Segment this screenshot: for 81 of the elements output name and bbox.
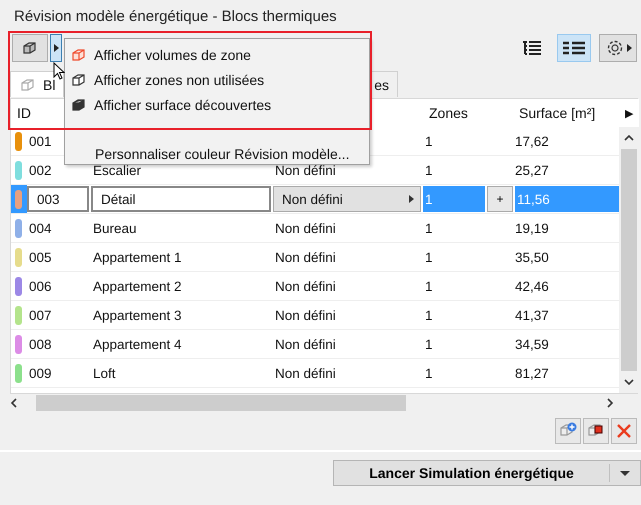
run-simulation-button[interactable]: Lancer Simulation énergétique xyxy=(333,460,641,486)
zones-cell-text: 1 xyxy=(424,308,434,322)
table-row[interactable]: 009 Loft Non défini 1 81,27 xyxy=(11,359,619,388)
zones-cell-text: 1 xyxy=(424,220,434,236)
category-cell-text: Non défini xyxy=(274,220,337,236)
category-cell-text: Non défini xyxy=(274,366,337,380)
name-cell-text: Loft xyxy=(92,366,117,380)
id-cell-text: 004 xyxy=(28,220,53,236)
tab[interactable]: es xyxy=(370,71,398,97)
add-block-button[interactable] xyxy=(555,418,581,444)
table-row[interactable]: 003 Détail Non défini 1 + 11,56 xyxy=(11,185,619,214)
dropdown-icon xyxy=(620,470,630,476)
close-icon xyxy=(616,423,632,439)
id-cell: 003 xyxy=(27,186,89,212)
name-cell: Détail xyxy=(91,186,271,212)
surface-cell-text: 25,27 xyxy=(514,162,550,178)
id-cell-text: 008 xyxy=(28,336,53,352)
menu-item[interactable]: Afficher zones non utilisées xyxy=(65,67,369,92)
caret-icon xyxy=(54,44,58,52)
zones-cell-text: 1 xyxy=(424,134,434,148)
category-cell-text: Non défini xyxy=(274,278,337,294)
id-cell-text: 009 xyxy=(28,366,53,380)
table-row[interactable]: 007 Appartement 3 Non défini 1 41,37 xyxy=(11,301,619,330)
block-color-button[interactable] xyxy=(583,418,609,444)
scrollbar-thumb[interactable] xyxy=(621,149,637,371)
scroll-down-icon[interactable] xyxy=(624,379,634,385)
id-cell-text: 006 xyxy=(28,278,53,294)
menu-item[interactable]: Afficher volumes de zone xyxy=(65,42,369,67)
zones-cell: 1 xyxy=(423,186,485,212)
category-cell-text: Non défini xyxy=(274,308,337,322)
surface-cell-text: 81,27 xyxy=(514,366,550,380)
caret-icon xyxy=(409,195,414,203)
caret-icon xyxy=(626,44,632,52)
id-cell-text: 007 xyxy=(28,308,53,322)
window-title: Révision modèle énergétique - Blocs thermiques xyxy=(13,7,338,27)
list-view-button[interactable] xyxy=(557,34,591,62)
column-header: Surface [m²] xyxy=(518,105,596,121)
scrollbar-thumb[interactable] xyxy=(36,395,406,411)
id-cell-text: 005 xyxy=(28,250,53,264)
table-row[interactable]: 005 Appartement 1 Non défini 1 35,50 xyxy=(11,243,619,272)
scroll-up-icon[interactable] xyxy=(624,135,634,141)
menu-item[interactable]: Afficher surface découvertes xyxy=(65,92,369,117)
scroll-right-icon[interactable] xyxy=(606,398,614,408)
category-dropdown[interactable]: Non défini xyxy=(273,186,421,212)
surface-cell-text: 19,19 xyxy=(514,220,550,236)
surface-cell-text: 34,59 xyxy=(514,336,550,352)
name-cell-text: Appartement 4 xyxy=(92,336,183,352)
settings-button[interactable] xyxy=(599,34,637,62)
id-cell-text: 001 xyxy=(28,134,53,148)
category-cell-text: Non défini xyxy=(274,162,337,178)
table-row[interactable]: 004 Bureau Non défini 1 19,19 xyxy=(11,214,619,243)
zones-cell-text: 1 xyxy=(424,250,434,264)
category-cell-text: Non défini xyxy=(274,336,337,352)
zones-cell-text: 1 xyxy=(424,366,434,380)
name-cell-text: Appartement 3 xyxy=(92,308,183,322)
column-header: Zones xyxy=(428,105,469,121)
tree-list-icon xyxy=(523,41,541,55)
tab[interactable]: Bl xyxy=(10,71,64,97)
name-cell-text: Escalier xyxy=(92,162,142,178)
zones-cell-text: 1 xyxy=(424,336,434,352)
surface-cell-text: 42,46 xyxy=(514,278,550,294)
add-zone-button[interactable]: + xyxy=(487,186,513,212)
view-mode-button[interactable] xyxy=(12,34,48,62)
id-cell-text: 002 xyxy=(28,162,53,178)
column-header: ID xyxy=(16,105,32,121)
surface-cell-text: 35,50 xyxy=(514,250,550,264)
surface-cell-text: 41,37 xyxy=(514,308,550,322)
name-cell-text: Bureau xyxy=(92,220,138,236)
zones-cell-text: 1 xyxy=(424,162,434,178)
surface-cell: 11,56 xyxy=(515,186,619,212)
menu-arrow-button[interactable] xyxy=(50,34,62,62)
name-cell-text: Appartement 2 xyxy=(92,278,183,294)
surface-cell-text: 17,62 xyxy=(514,134,550,148)
name-cell-text: Appartement 1 xyxy=(92,250,183,264)
list-icon xyxy=(563,41,585,55)
table-row[interactable]: 008 Appartement 4 Non défini 1 34,59 xyxy=(11,330,619,359)
category-cell-text: Non défini xyxy=(274,250,337,264)
table-row[interactable]: 006 Appartement 2 Non défini 1 42,46 xyxy=(11,272,619,301)
mouse-pointer-icon xyxy=(53,62,65,80)
zones-cell-text: 1 xyxy=(424,278,434,294)
scroll-left-icon[interactable] xyxy=(10,398,18,408)
